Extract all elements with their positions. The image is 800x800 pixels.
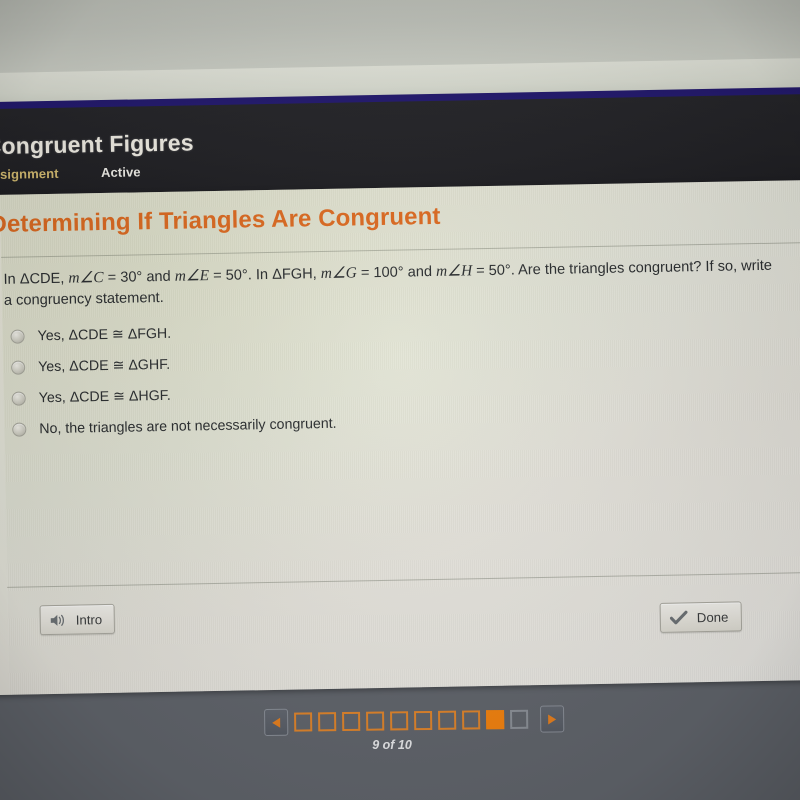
- page-box-6[interactable]: [414, 710, 433, 731]
- option-label: Yes, ΔCDE ≅ ΔGHF.: [37, 356, 171, 375]
- answer-options: Yes, ΔCDE ≅ ΔFGH. Yes, ΔCDE ≅ ΔGHF. Yes,…: [10, 307, 752, 445]
- question-seg-1: In ΔCDE,: [3, 270, 69, 288]
- page-box-5[interactable]: [390, 711, 409, 731]
- question-text: In ΔCDE, m∠C = 30° and m∠E = 50°. In ΔFG…: [3, 255, 779, 312]
- pagination-bar: 9 of 10: [0, 700, 800, 770]
- intro-button[interactable]: Intro: [39, 603, 116, 636]
- option-label: Yes, ΔCDE ≅ ΔHGF.: [38, 387, 171, 406]
- question-seg-3: = 50°. In ΔFGH,: [208, 266, 321, 285]
- triangle-right-icon: [548, 713, 557, 725]
- radio-button-icon[interactable]: [12, 421, 27, 437]
- question-seg-4: = 100° and: [356, 263, 437, 282]
- option-label: No, the triangles are not necessarily co…: [39, 415, 337, 437]
- previous-page-button[interactable]: [264, 708, 289, 736]
- radio-button-icon[interactable]: [11, 359, 26, 375]
- page-box-7[interactable]: [438, 710, 457, 730]
- done-button[interactable]: Done: [659, 601, 742, 633]
- page-box-2[interactable]: [318, 712, 337, 732]
- page-box-3[interactable]: [342, 711, 361, 732]
- page-box-1[interactable]: [294, 712, 313, 732]
- next-page-button[interactable]: [539, 705, 565, 733]
- page-count-label: 9 of 10: [372, 738, 412, 752]
- measure-angle-h: m∠H: [435, 262, 473, 280]
- assignment-label[interactable]: Assignment: [0, 166, 59, 182]
- pagination-controls: [264, 705, 565, 736]
- page-box-8[interactable]: [462, 710, 481, 730]
- measure-angle-c: m∠C: [68, 269, 104, 287]
- footer-divider: [7, 572, 800, 588]
- measure-angle-g: m∠G: [320, 264, 357, 283]
- page-box-9-current[interactable]: [486, 710, 505, 730]
- screenshot-root: Congruent Figures Assignment Active Dete…: [0, 0, 800, 800]
- page-box-4[interactable]: [366, 711, 385, 731]
- done-button-label: Done: [696, 609, 729, 625]
- page-title: Determining If Triangles Are Congruent: [0, 202, 441, 239]
- status-badge: Active: [100, 164, 141, 181]
- measure-angle-e: m∠E: [174, 267, 210, 285]
- intro-button-label: Intro: [75, 611, 103, 628]
- triangle-left-icon: [272, 717, 281, 728]
- radio-button-icon[interactable]: [10, 328, 25, 344]
- option-label: Yes, ΔCDE ≅ ΔFGH.: [37, 325, 172, 344]
- check-icon: [669, 610, 688, 625]
- radio-button-icon[interactable]: [11, 390, 26, 406]
- header-meta: Assignment Active: [0, 163, 141, 184]
- course-title: Congruent Figures: [0, 129, 194, 160]
- page-box-10[interactable]: [510, 709, 529, 729]
- speaker-icon: [50, 612, 67, 627]
- question-panel: Determining If Triangles Are Congruent I…: [0, 179, 800, 696]
- question-seg-2: = 30° and: [103, 268, 175, 287]
